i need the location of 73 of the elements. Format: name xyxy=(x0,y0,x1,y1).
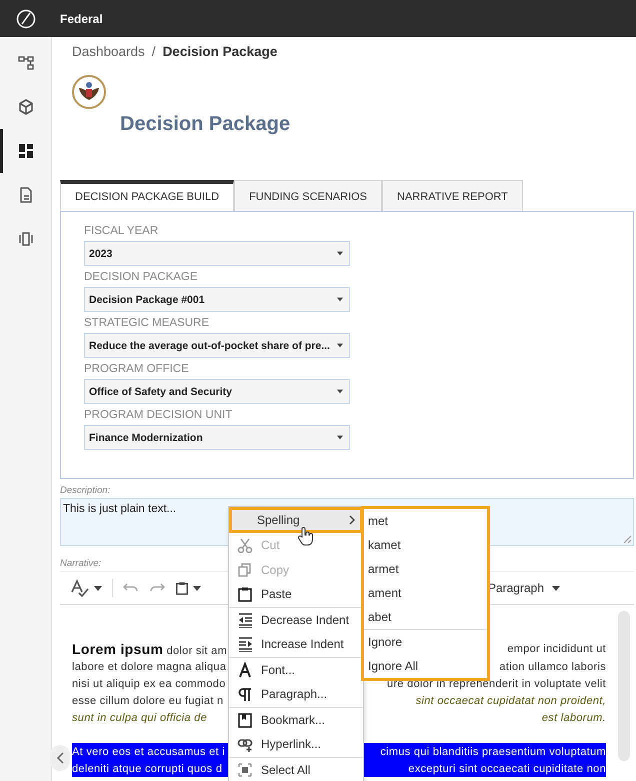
hierarchy-icon xyxy=(16,54,34,72)
caret-icon xyxy=(193,586,201,590)
editor-text: labore et dolore magna aliqua xyxy=(72,660,228,672)
editor-text: deleniti atque corrupti quos d xyxy=(72,762,224,774)
menu-item[interactable]: Bookmark... xyxy=(229,708,363,732)
scissors-icon xyxy=(237,537,253,554)
page-title: Decision Package xyxy=(120,113,292,136)
editor-text: sint occaecat cupidatat non proident, xyxy=(416,694,606,706)
decrease-indent-icon xyxy=(237,612,253,628)
field-label: PROGRAM DECISION UNIT xyxy=(84,409,234,421)
clipboard-icon xyxy=(175,580,189,596)
caret-icon xyxy=(552,586,560,590)
editor-text: Lorem ipsum dolor sit am xyxy=(72,640,228,656)
dashboard-icon xyxy=(16,142,34,160)
logo-icon xyxy=(16,8,36,28)
font-letter-icon xyxy=(237,662,253,678)
copy-icon xyxy=(237,562,253,578)
dropdown-field[interactable]: Finance Modernization xyxy=(84,425,350,450)
breadcrumb-separator: / xyxy=(152,44,156,59)
menu-item[interactable]: Paragraph... xyxy=(229,682,363,706)
clipboard-icon xyxy=(237,586,253,602)
hand-cursor-icon xyxy=(296,526,314,546)
editor-text: At vero eos et accusamus et i xyxy=(72,746,226,758)
editor-text: ation ullamco laboris xyxy=(499,660,606,672)
caret-icon xyxy=(337,343,343,348)
spellcheck-button[interactable] xyxy=(70,579,102,597)
pilcrow-icon xyxy=(237,686,253,702)
scrollbar[interactable] xyxy=(618,611,630,761)
bookmark-icon xyxy=(237,712,253,728)
caret-icon xyxy=(337,251,343,256)
cube-icon xyxy=(16,98,34,116)
caret-icon xyxy=(337,389,343,394)
carousel-icon xyxy=(16,230,34,248)
editor-text: est laborum. xyxy=(542,712,606,724)
menu-item[interactable]: Select All xyxy=(229,758,363,781)
editor-text: empor incididunt ut xyxy=(507,642,606,654)
link-icon xyxy=(237,736,253,752)
menu-item[interactable]: Font... xyxy=(229,658,363,682)
tab[interactable]: DECISION PACKAGE BUILD xyxy=(60,180,234,211)
paste-button[interactable] xyxy=(175,580,201,596)
spellcheck-icon xyxy=(70,579,90,597)
editor-text: nisi ut aliquip ex ea commodo xyxy=(72,678,227,690)
description-label: Description: xyxy=(60,485,112,496)
seal-icon xyxy=(72,75,106,109)
increase-indent-icon xyxy=(237,636,253,652)
scroll-left-button[interactable] xyxy=(50,745,70,771)
field-label: STRATEGIC MEASURE xyxy=(84,317,210,329)
editor-text: cimus qui blanditiis praesentium voluptatum xyxy=(380,746,606,758)
dropdown-field[interactable]: Office of Safety and Security xyxy=(84,379,350,404)
chevron-left-icon xyxy=(56,752,64,764)
dropdown-field[interactable]: Decision Package #001 xyxy=(84,287,350,312)
editor-text: sunt in culpa qui officia de xyxy=(72,712,208,724)
app-title: Federal xyxy=(60,12,103,26)
editor-text: esse cillum dolore eu fugiat n xyxy=(72,694,224,706)
caret-icon xyxy=(337,435,343,440)
caret-icon xyxy=(337,297,343,302)
caret-icon xyxy=(94,586,102,590)
editor-text: excepturi sint occaecati cupiditate non xyxy=(408,762,606,774)
chevron-right-icon xyxy=(349,515,355,525)
field-label: DECISION PACKAGE xyxy=(84,271,199,283)
menu-item[interactable]: Spelling xyxy=(229,507,363,533)
select-all-icon xyxy=(237,762,253,778)
field-label: PROGRAM OFFICE xyxy=(84,363,190,375)
narrative-label: Narrative: xyxy=(60,558,102,569)
resize-grip-icon[interactable] xyxy=(623,535,631,543)
dropdown-field[interactable]: Reduce the average out-of-pocket share of pre... xyxy=(84,333,350,358)
tab[interactable]: FUNDING SCENARIOS xyxy=(234,180,382,211)
breadcrumb-link[interactable]: Dashboards xyxy=(72,44,145,59)
field-label: FISCAL YEAR xyxy=(84,225,160,237)
breadcrumb-current: Decision Package xyxy=(162,44,278,59)
dropdown-field[interactable]: 2023 xyxy=(84,241,350,266)
menu-item[interactable]: Hyperlink... xyxy=(229,732,363,756)
tab[interactable]: NARRATIVE REPORT xyxy=(382,180,523,211)
